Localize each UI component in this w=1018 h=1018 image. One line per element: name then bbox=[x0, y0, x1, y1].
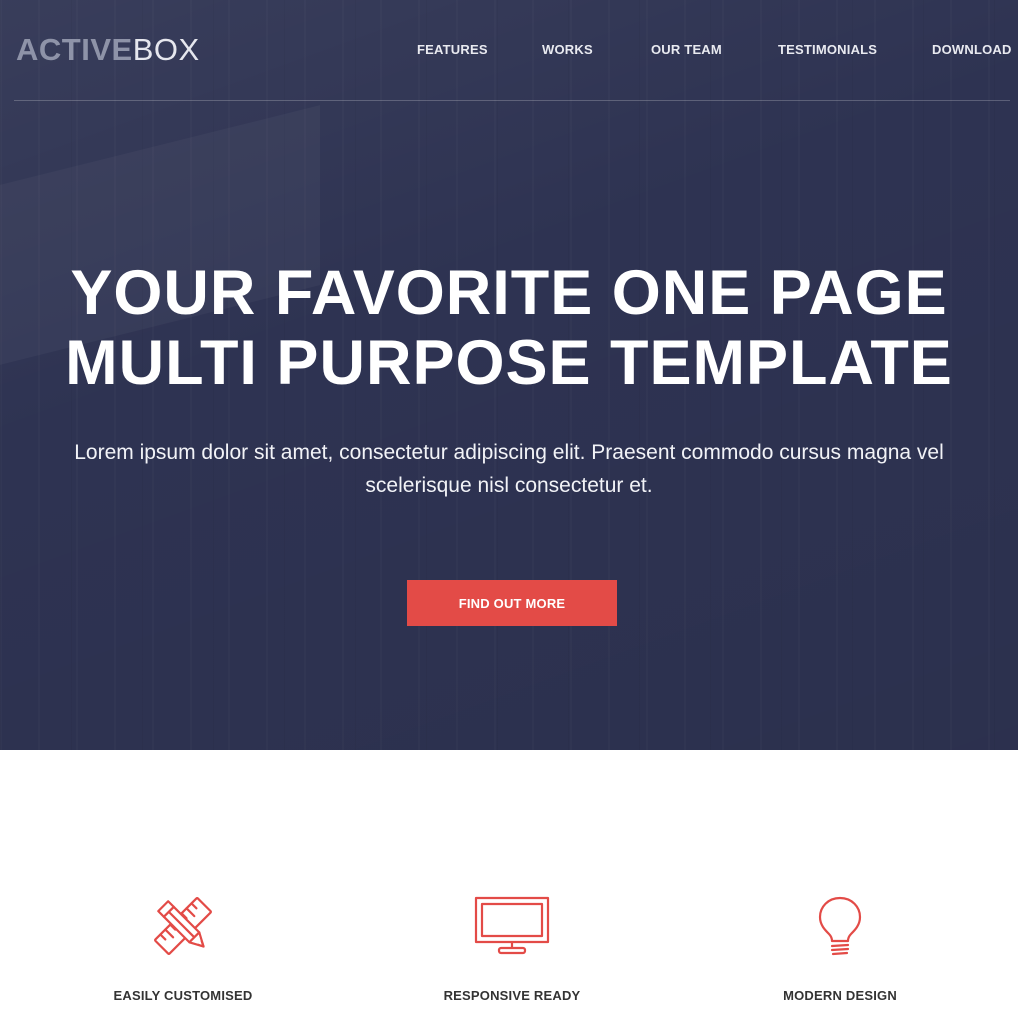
feature-easily-customised: EASILY CUSTOMISED bbox=[63, 750, 303, 1018]
nav-item-download[interactable]: DOWNLOAD bbox=[932, 42, 1012, 57]
nav-item-features[interactable]: FEATURES bbox=[417, 42, 488, 57]
feature-label: RESPONSIVE READY bbox=[443, 988, 581, 1003]
feature-responsive-ready: RESPONSIVE READY bbox=[392, 750, 632, 1018]
features-section: EASILY CUSTOMISED RESPONSIVE READY MODER… bbox=[0, 750, 1018, 1018]
lightbulb-icon bbox=[818, 896, 862, 956]
nav-divider bbox=[14, 100, 1010, 101]
nav-item-our-team[interactable]: OUR TEAM bbox=[651, 42, 722, 57]
monitor-icon bbox=[474, 896, 550, 955]
find-out-more-button[interactable]: FIND OUT MORE bbox=[407, 580, 617, 626]
hero-title: YOUR FAVORITE ONE PAGE MULTI PURPOSE TEM… bbox=[0, 258, 1018, 398]
hero-title-line-2: MULTI PURPOSE TEMPLATE bbox=[65, 328, 953, 398]
hero-section: ACTIVEBOX FEATURES WORKS OUR TEAM TESTIM… bbox=[0, 0, 1018, 750]
feature-label: MODERN DESIGN bbox=[783, 988, 897, 1003]
feature-modern-design: MODERN DESIGN bbox=[720, 750, 960, 1018]
nav-item-testimonials[interactable]: TESTIMONIALS bbox=[778, 42, 877, 57]
hero-description: Lorem ipsum dolor sit amet, consectetur … bbox=[74, 441, 944, 497]
main-nav: FEATURES WORKS OUR TEAM TESTIMONIALS DOW… bbox=[0, 42, 1018, 62]
feature-label: EASILY CUSTOMISED bbox=[113, 988, 253, 1003]
nav-item-works[interactable]: WORKS bbox=[542, 42, 593, 57]
pencil-ruler-icon bbox=[154, 897, 212, 955]
hero-title-line-1: YOUR FAVORITE ONE PAGE bbox=[70, 258, 948, 328]
